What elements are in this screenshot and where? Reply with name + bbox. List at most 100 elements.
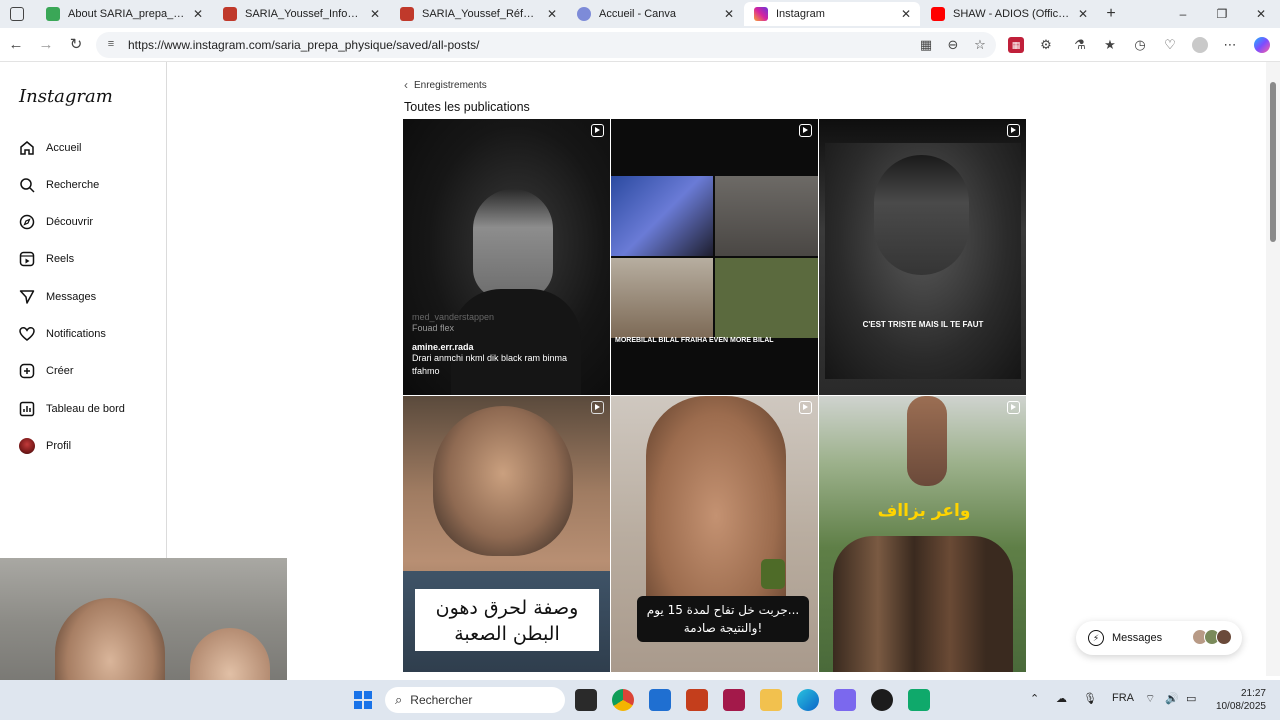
onedrive-icon[interactable]: ☁: [1056, 692, 1067, 705]
sidebar-item-notifications[interactable]: Notifications: [18, 322, 106, 346]
clock-time: 21:27: [1240, 688, 1266, 699]
close-tab-icon[interactable]: [190, 6, 206, 22]
taskbar-clock[interactable]: 21:27 10/08/2025: [1210, 687, 1266, 713]
split-screen-icon[interactable]: ⚗: [1072, 37, 1088, 53]
close-tab-icon[interactable]: [898, 6, 914, 22]
message-avatars: [1192, 629, 1232, 645]
sidebar-item-label: Notifications: [46, 328, 106, 340]
wifi-icon[interactable]: ⌔: [1145, 692, 1155, 706]
close-tab-icon[interactable]: [1075, 6, 1091, 22]
more-menu-icon[interactable]: ⋯: [1222, 37, 1238, 53]
favorites-icon[interactable]: ★: [1102, 37, 1118, 53]
sidebar-item-accueil[interactable]: Accueil: [18, 136, 81, 160]
taskbar-search[interactable]: ⌕ Rechercher: [385, 687, 565, 713]
app-icon[interactable]: [871, 689, 893, 711]
tab-about-saria[interactable]: About SARIA_prepa_physiqu: [36, 2, 212, 26]
sidebar-item-profil[interactable]: Profil: [18, 434, 71, 458]
saved-post[interactable]: MOREBILAL BILAL FRAIHA EVEN MORE BILAL: [611, 119, 818, 395]
search-placeholder: Rechercher: [410, 693, 473, 707]
reader-mode-icon[interactable]: ▦: [918, 37, 934, 53]
refresh-icon[interactable]: ↻: [66, 35, 86, 55]
site-info-icon[interactable]: ≡: [104, 38, 118, 52]
chevron-up-icon[interactable]: ⌃: [1030, 692, 1039, 705]
tab-instagram[interactable]: Instagram: [744, 2, 920, 26]
sidebar-item-label: Tableau de bord: [46, 403, 125, 415]
sidebar-item-tableau-de-bord[interactable]: Tableau de bord: [18, 397, 125, 421]
saved-post[interactable]: C'EST TRISTE MAIS IL TE FAUT: [819, 119, 1026, 395]
copilot-icon[interactable]: [1254, 37, 1270, 53]
messages-button[interactable]: ⚡ Messages: [1076, 621, 1242, 655]
reel-icon: [1007, 401, 1020, 414]
sidebar-item-label: Accueil: [46, 142, 82, 154]
tab-title: SHAW - ADIOS (Official Mu: [953, 8, 1071, 20]
tab-canva[interactable]: Accueil - Canva: [567, 2, 743, 26]
browser-essentials-icon[interactable]: ♡: [1162, 37, 1178, 53]
tab-references[interactable]: SARIA_Youssef_Références_F: [390, 2, 566, 26]
address-bar[interactable]: ≡ https://www.instagram.com/saria_prepa_…: [96, 32, 996, 58]
back-icon[interactable]: ←: [6, 35, 26, 55]
sidebar-item-recherche[interactable]: Recherche: [18, 173, 99, 197]
edge-icon[interactable]: [797, 689, 819, 711]
tab-infographie[interactable]: SARIA_Youssef_Infographie_: [213, 2, 389, 26]
post-video-tile: [715, 258, 818, 338]
profile-avatar[interactable]: [1192, 37, 1208, 53]
tab-actions-button[interactable]: [0, 2, 34, 26]
zoom-icon[interactable]: ⊖: [945, 37, 961, 53]
pdf-icon: [400, 7, 414, 21]
close-tab-icon[interactable]: [544, 6, 560, 22]
browser-tab-bar: About SARIA_prepa_physiqu SARIA_Youssef_…: [0, 0, 1280, 28]
chrome-icon[interactable]: [612, 689, 634, 711]
extension-icon[interactable]: ▦: [1008, 37, 1024, 53]
reel-icon: [591, 401, 604, 414]
file-explorer-icon[interactable]: [760, 689, 782, 711]
compass-icon: [18, 213, 36, 231]
sidebar-item-messages[interactable]: Messages: [18, 285, 96, 309]
history-icon[interactable]: ◷: [1132, 37, 1148, 53]
post-person-head: [874, 155, 969, 275]
url-text[interactable]: https://www.instagram.com/saria_prepa_ph…: [128, 38, 480, 52]
tab-youtube[interactable]: SHAW - ADIOS (Official Mu: [921, 2, 1097, 26]
sidebar-item-decouvrir[interactable]: Découvrir: [18, 210, 93, 234]
minimize-icon[interactable]: –: [1174, 5, 1192, 23]
app-icon[interactable]: [834, 689, 856, 711]
page-scrollbar[interactable]: [1266, 62, 1280, 676]
sidebar-item-reels[interactable]: Reels: [18, 247, 74, 271]
messenger-icon: ⚡: [1088, 630, 1104, 646]
instagram-logo[interactable]: Instagram: [19, 86, 113, 107]
scrollbar-thumb[interactable]: [1270, 82, 1276, 242]
task-view-icon[interactable]: [575, 689, 597, 711]
avatar: [1216, 629, 1232, 645]
app-icon[interactable]: [723, 689, 745, 711]
start-button[interactable]: [352, 689, 374, 711]
saved-post[interactable]: med_vanderstappen Fouad flex amine.err.r…: [403, 119, 610, 395]
post-video-tile: [611, 176, 713, 256]
new-tab-button[interactable]: +: [1102, 5, 1120, 23]
language-indicator[interactable]: FRA: [1112, 692, 1134, 704]
sidebar-item-label: Messages: [46, 291, 97, 303]
app-icon[interactable]: [908, 689, 930, 711]
windows-logo-icon: [364, 691, 372, 699]
microphone-icon[interactable]: 🎙: [1083, 692, 1097, 705]
close-tab-icon[interactable]: [367, 6, 383, 22]
reel-icon: [1007, 124, 1020, 137]
messages-label: Messages: [1112, 632, 1163, 644]
sidebar-item-label: Reels: [46, 253, 75, 265]
battery-icon[interactable]: ▭: [1186, 692, 1196, 705]
restore-icon[interactable]: ❐: [1213, 5, 1231, 23]
app-icon[interactable]: [649, 689, 671, 711]
chevron-left-icon: ‹: [404, 78, 408, 92]
powerpoint-icon[interactable]: [686, 689, 708, 711]
saved-post[interactable]: جربت خل تفاح لمدة 15 يوم... والنتيجة صاد…: [611, 396, 818, 672]
saved-post[interactable]: واعر بزااف: [819, 396, 1026, 672]
forward-icon[interactable]: →: [36, 35, 56, 55]
close-window-icon[interactable]: ✕: [1252, 5, 1270, 23]
favorite-star-icon[interactable]: ☆: [972, 37, 988, 53]
home-icon: [18, 139, 36, 157]
volume-icon[interactable]: 🔊: [1165, 692, 1179, 705]
extensions-puzzle-icon[interactable]: ⚙: [1038, 37, 1054, 53]
reel-icon: [799, 124, 812, 137]
sidebar-item-creer[interactable]: Créer: [18, 359, 74, 383]
breadcrumb[interactable]: ‹ Enregistrements: [404, 78, 487, 92]
close-tab-icon[interactable]: [721, 6, 737, 22]
saved-post[interactable]: وصفة لحرق دهون البطن الصعبة: [403, 396, 610, 672]
